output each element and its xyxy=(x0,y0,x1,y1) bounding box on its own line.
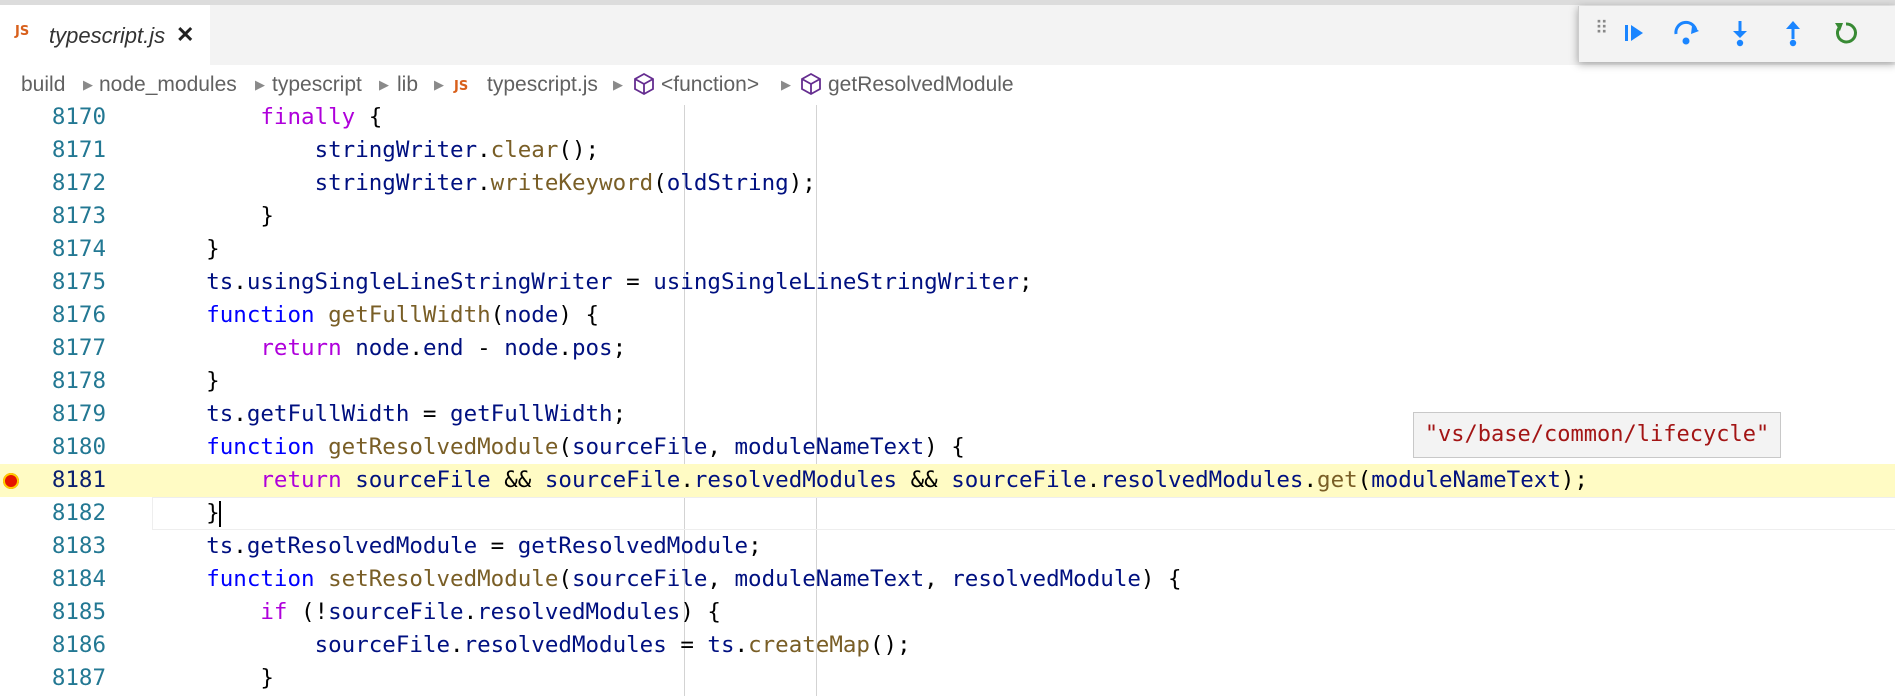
code-text: return node.end - node.pos; xyxy=(260,335,627,361)
editor-tab[interactable]: JS typescript.js ✕ xyxy=(0,5,210,65)
restart-button[interactable] xyxy=(1829,16,1863,50)
tab-title: typescript.js xyxy=(49,23,166,48)
line-number: 8170 xyxy=(51,105,106,130)
restart-icon xyxy=(1835,22,1857,44)
line-number: 8180 xyxy=(51,434,106,460)
code-text: function getResolvedModule(sourceFile, m… xyxy=(206,434,965,460)
step-over-button[interactable] xyxy=(1670,16,1704,50)
continue-icon xyxy=(1625,25,1643,41)
close-icon[interactable]: ✕ xyxy=(176,22,194,48)
code-text: ts.usingSingleLineStringWriter = usingSi… xyxy=(206,269,1033,295)
code-text: function getFullWidth(node) { xyxy=(206,302,600,328)
code-line[interactable]: 8177 return node.end - node.pos; xyxy=(0,332,1895,365)
code-text: finally { xyxy=(260,105,383,130)
line-number: 8175 xyxy=(51,269,106,295)
chevron-right-icon: ▶ xyxy=(379,77,389,92)
code-text: } xyxy=(152,203,274,229)
continue-button[interactable] xyxy=(1617,16,1651,50)
chevron-right-icon: ▶ xyxy=(255,77,265,92)
code-line[interactable]: 8172 stringWriter.writeKeyword(oldString… xyxy=(0,167,1895,200)
js-file-icon: JS xyxy=(15,24,30,39)
breadcrumb-item-typescript[interactable]: typescript xyxy=(272,73,362,97)
line-number: 8176 xyxy=(51,302,106,328)
chevron-right-icon: ▶ xyxy=(613,77,623,92)
code-editor[interactable]: 8170 finally {8171 stringWriter.clear();… xyxy=(0,105,1895,696)
chevron-right-icon: ▶ xyxy=(434,77,444,92)
chevron-right-icon: ▶ xyxy=(781,77,791,92)
line-number: 8185 xyxy=(51,599,106,625)
line-number: 8181 xyxy=(51,467,106,493)
code-line[interactable]: 8176 function getFullWidth(node) { xyxy=(0,299,1895,332)
code-text: } xyxy=(152,368,220,394)
code-text: if (!sourceFile.resolvedModules) { xyxy=(260,599,721,625)
code-line[interactable]: 8181 return sourceFile && sourceFile.res… xyxy=(0,464,1895,497)
code-line[interactable]: 8171 stringWriter.clear(); xyxy=(0,134,1895,167)
step-over-icon xyxy=(1674,20,1699,45)
breadcrumb-item-build[interactable]: build xyxy=(21,73,65,97)
code-text: return sourceFile && sourceFile.resolved… xyxy=(260,467,1588,493)
code-text: } xyxy=(152,236,220,262)
code-line[interactable]: 8173 } xyxy=(0,200,1895,233)
code-line[interactable]: 8187 } xyxy=(0,662,1895,695)
chevron-right-icon: ▶ xyxy=(83,77,93,92)
breadcrumb-item-node-modules[interactable]: node_modules xyxy=(99,73,237,97)
line-number: 8172 xyxy=(51,170,106,196)
step-out-button[interactable] xyxy=(1776,16,1810,50)
code-text: stringWriter.writeKeyword(oldString); xyxy=(314,170,816,196)
code-line[interactable]: 8183 ts.getResolvedModule = getResolvedM… xyxy=(0,530,1895,563)
line-number: 8178 xyxy=(51,368,106,394)
debug-hover-value: "vs/base/common/lifecycle" xyxy=(1413,412,1781,458)
line-number: 8173 xyxy=(51,203,106,229)
method-cube-icon xyxy=(800,72,822,102)
code-line[interactable]: 8185 if (!sourceFile.resolvedModules) { xyxy=(0,596,1895,629)
breadcrumb-item-file[interactable]: typescript.js xyxy=(487,73,598,97)
breadcrumb-item-lib[interactable]: lib xyxy=(397,73,418,97)
code-text: sourceFile.resolvedModules = ts.createMa… xyxy=(314,632,911,658)
step-out-icon xyxy=(1786,21,1800,47)
code-line[interactable]: 8184 function setResolvedModule(sourceFi… xyxy=(0,563,1895,596)
breadcrumb: build ▶ node_modules ▶ typescript ▶ lib … xyxy=(0,67,1895,105)
line-number: 8182 xyxy=(51,500,106,526)
code-line[interactable]: 8178 } xyxy=(0,365,1895,398)
code-text: function setResolvedModule(sourceFile, m… xyxy=(206,566,1182,592)
breadcrumb-item-get-resolved-module[interactable]: getResolvedModule xyxy=(828,73,1014,97)
code-line[interactable]: 8182 } xyxy=(0,497,1895,530)
code-text: } xyxy=(152,665,274,691)
line-number: 8179 xyxy=(51,401,106,427)
line-number: 8184 xyxy=(51,566,106,592)
js-file-icon: JS xyxy=(454,79,469,94)
code-line[interactable]: 8186 sourceFile.resolvedModules = ts.cre… xyxy=(0,629,1895,662)
code-text: stringWriter.clear(); xyxy=(314,137,600,163)
drag-handle-icon[interactable]: ⠿ xyxy=(1595,19,1609,37)
code-text: ts.getResolvedModule = getResolvedModule… xyxy=(206,533,762,559)
line-number: 8174 xyxy=(51,236,106,262)
debug-toolbar: ⠿ xyxy=(1578,6,1895,62)
line-number: 8186 xyxy=(51,632,106,658)
breadcrumb-item-function[interactable]: <function> xyxy=(661,73,759,97)
code-line[interactable]: 8170 finally { xyxy=(0,105,1895,134)
method-cube-icon xyxy=(633,72,655,102)
line-number: 8183 xyxy=(51,533,106,559)
code-text: } xyxy=(152,500,220,526)
line-number: 8177 xyxy=(51,335,106,361)
current-line-highlight xyxy=(152,497,1895,530)
step-into-button[interactable] xyxy=(1723,16,1757,50)
step-into-icon xyxy=(1733,21,1747,47)
line-number: 8187 xyxy=(51,665,106,691)
code-line[interactable]: 8175 ts.usingSingleLineStringWriter = us… xyxy=(0,266,1895,299)
line-number: 8171 xyxy=(51,137,106,163)
code-line[interactable]: 8174 } xyxy=(0,233,1895,266)
code-text: ts.getFullWidth = getFullWidth; xyxy=(206,401,627,427)
text-cursor xyxy=(219,501,221,527)
